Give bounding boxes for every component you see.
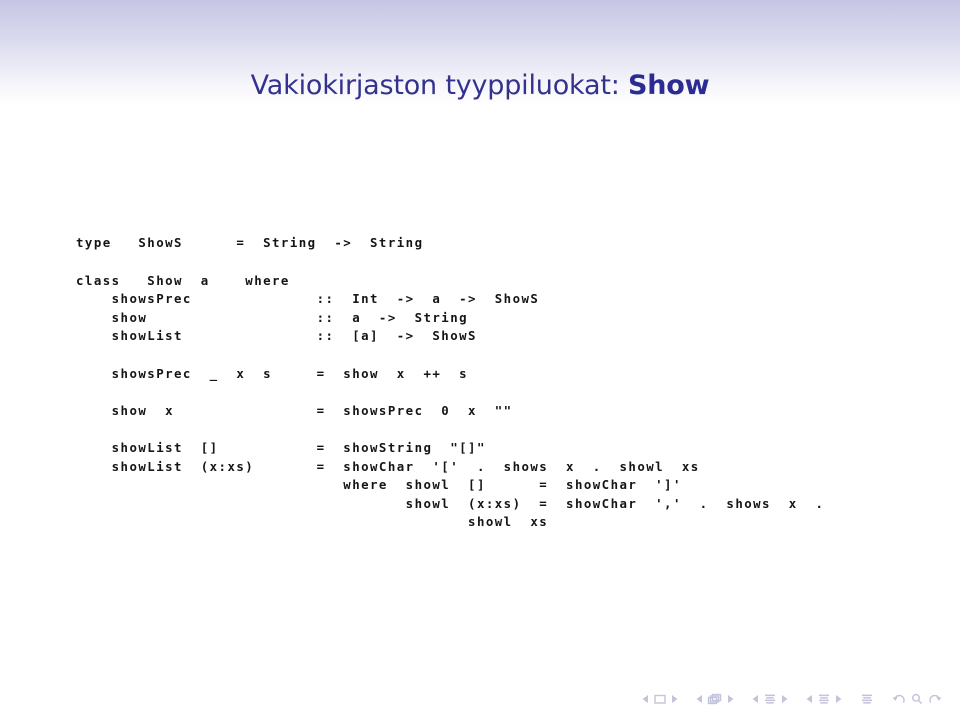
code-block: type ShowS = String -> String class Show … [76, 234, 824, 532]
code-line: type ShowS = String -> String [76, 235, 424, 251]
code-line: showList :: [a] -> ShowS [76, 328, 477, 344]
slide-navigation-group[interactable] [640, 693, 680, 705]
subsection-navigation-group[interactable] [750, 693, 790, 705]
frame-navigation-group[interactable] [694, 693, 736, 705]
previous-slide-icon[interactable] [642, 693, 649, 705]
code-line: class Show a where [76, 272, 290, 288]
next-subsection-icon[interactable] [781, 693, 788, 705]
code-line: showsPrec :: Int -> a -> ShowS [76, 291, 540, 307]
page-title-emphasis: Show [627, 70, 710, 102]
code-line: showList [] = showString "[]" [76, 439, 486, 455]
beamer-navigation-bar[interactable] [640, 689, 944, 709]
next-slide-icon[interactable] [671, 693, 678, 705]
next-section-icon[interactable] [835, 693, 842, 705]
previous-section-icon[interactable] [806, 693, 813, 705]
page-title-plain: Vakiokirjaston tyyppiluokat: [250, 70, 628, 102]
forward-arrow-icon[interactable] [928, 693, 942, 705]
previous-frame-icon[interactable] [696, 693, 703, 705]
code-line: where showl [] = showChar ']' [76, 477, 682, 493]
subsection-icon[interactable] [763, 693, 777, 705]
code-line: showList (x:xs) = showChar '[' . shows x… [76, 458, 700, 474]
code-line: showl (x:xs) = showChar ',' . shows x . [76, 495, 825, 511]
back-arrow-icon[interactable] [892, 693, 906, 705]
history-group[interactable] [890, 693, 944, 705]
code-line: show :: a -> String [76, 309, 469, 325]
code-line: showl xs [76, 514, 549, 530]
presentation-group[interactable] [858, 693, 876, 705]
section-navigation-group[interactable] [804, 693, 844, 705]
frame-icon[interactable] [707, 693, 723, 705]
section-icon[interactable] [817, 693, 831, 705]
page-title: Vakiokirjaston tyyppiluokat: Show [0, 70, 960, 102]
code-line: showsPrec _ x s = show x ++ s [76, 365, 469, 381]
presentation-icon[interactable] [860, 693, 874, 705]
previous-subsection-icon[interactable] [752, 693, 759, 705]
code-listing: type ShowS = String -> String class Show … [76, 234, 824, 532]
code-line: show x = showsPrec 0 x "" [76, 402, 513, 418]
slide-icon[interactable] [653, 693, 667, 705]
search-icon[interactable] [910, 693, 924, 705]
next-frame-icon[interactable] [727, 693, 734, 705]
